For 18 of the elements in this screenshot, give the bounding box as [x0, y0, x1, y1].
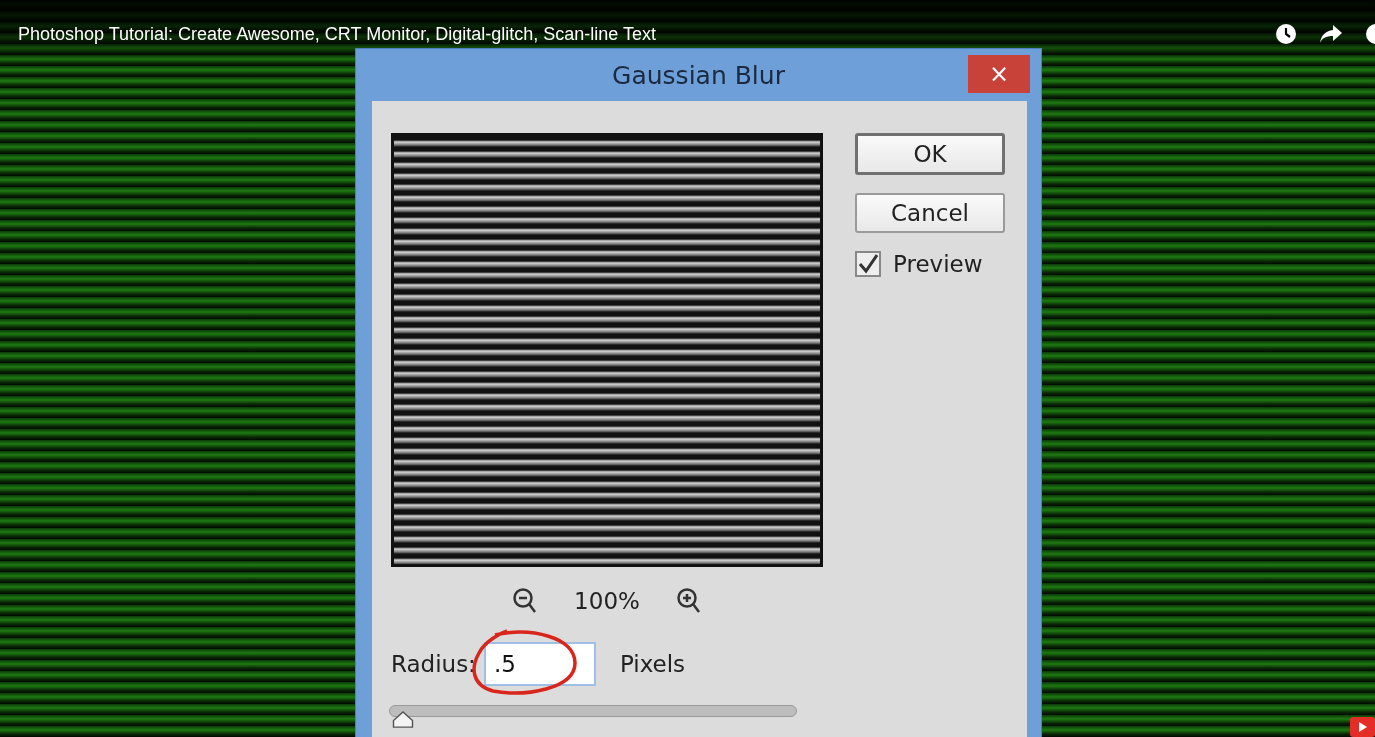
cancel-button[interactable]: Cancel [855, 193, 1005, 233]
share-icon[interactable] [1319, 24, 1343, 44]
preview-checkbox[interactable]: Preview [855, 251, 1005, 277]
ok-button[interactable]: OK [855, 133, 1005, 175]
zoom-level: 100% [574, 588, 640, 614]
zoom-out-icon[interactable] [512, 587, 539, 615]
clock-icon[interactable] [1275, 23, 1297, 45]
dialog-title: Gaussian Blur [612, 60, 785, 90]
checkmark-icon [858, 254, 878, 274]
radius-label: Radius: [391, 651, 476, 677]
slider-thumb[interactable] [391, 710, 416, 729]
close-button[interactable]: × [968, 55, 1030, 93]
radius-slider[interactable] [389, 705, 797, 729]
video-title: Photoshop Tutorial: Create Awesome, CRT Monitor, Digital-glitch, Scan-line Text [18, 23, 657, 46]
play-logo-icon [1350, 717, 1375, 737]
radius-field[interactable]: .5 [483, 642, 596, 686]
unit-label: Pixels [619, 651, 686, 677]
zoom-in-icon[interactable] [675, 587, 702, 615]
